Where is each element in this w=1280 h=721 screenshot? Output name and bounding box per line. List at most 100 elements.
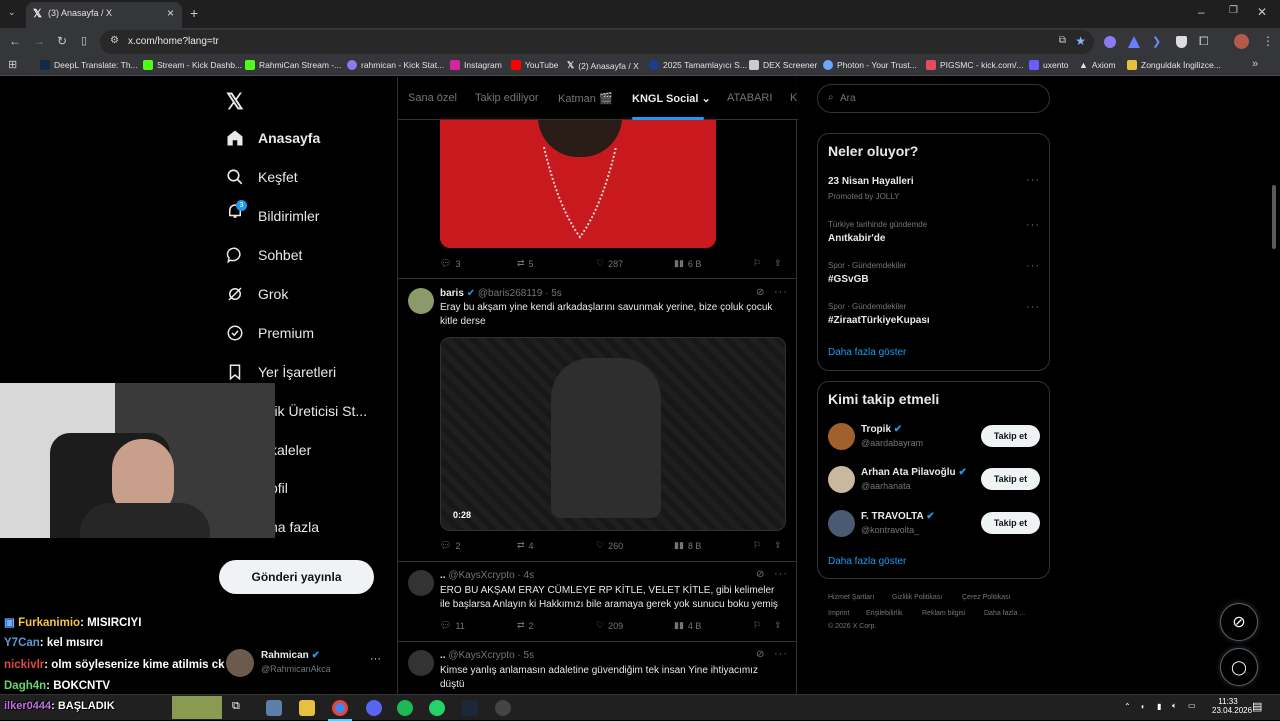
whatsapp-icon[interactable] [429,700,445,716]
nav-creator-studio[interactable]: erik Üreticisi St... [262,397,367,425]
nav-grok[interactable]: Grok [226,280,288,308]
avatar[interactable] [828,466,855,493]
more-icon[interactable]: ··· [1026,260,1040,272]
like-button[interactable]: ♡ 209 [596,620,623,631]
volume-icon[interactable]: 🔈︎ [1172,701,1177,711]
more-bookmarks-icon[interactable]: » [1252,58,1258,70]
bookmark-item[interactable]: PIGSMC - kick.com/... [926,60,1024,70]
tray-arrow-icon[interactable]: ⌃ [1124,702,1131,711]
like-button[interactable]: ♡ 260 [596,540,623,551]
grok-fab[interactable]: ⊘ [1220,603,1258,641]
reply-button[interactable]: 💬︎ 2 [440,540,460,551]
avatar[interactable] [408,570,434,596]
spotify-icon[interactable] [397,700,413,716]
reload-icon[interactable]: ↻ [57,34,67,48]
trend-item[interactable]: 23 Nisan Hayalleri [828,176,914,187]
nav-more[interactable]: ha fazla [270,513,319,541]
suggested-user-name[interactable]: Arhan Ata Pilavoğlu ✔ [861,467,967,478]
nav-bookmarks[interactable]: Yer İşaretleri [226,358,336,386]
footer-link[interactable]: Çerez Politikası [962,594,1011,601]
file-explorer-icon[interactable] [266,700,282,716]
tab-for-you[interactable]: Sana özel [408,92,457,104]
grok-icon[interactable]: ⊘ [756,287,764,298]
discord-icon[interactable] [366,700,382,716]
account-switcher[interactable]: Rahmican ✔ @RahmicanAkca ··· [224,649,388,681]
x-logo[interactable]: 𝕏 [226,89,244,115]
avatar[interactable] [828,510,855,537]
messages-fab[interactable]: ◯ [1220,648,1258,686]
more-icon[interactable]: ··· [370,653,381,665]
network-icon[interactable]: ▭ [1188,701,1196,710]
trend-item[interactable]: #GSvGB [828,274,869,285]
nav-chat[interactable]: Sohbet [226,241,302,269]
views-button[interactable]: ▮▮ 4 B [674,620,701,631]
tweet-image[interactable] [440,117,716,248]
footer-link[interactable]: Imprint [828,610,849,617]
tab-search-icon[interactable]: ⌄ [8,7,16,18]
bookmark-item[interactable]: Photon - Your Trust... [823,60,917,70]
tweet-video[interactable]: 0:28 [440,337,786,531]
tweet-author[interactable]: .. [440,570,446,581]
follow-button[interactable]: Takip et [981,425,1040,447]
chrome-icon[interactable] [332,700,348,716]
tweet-author[interactable]: .. [440,650,446,661]
avatar[interactable] [828,423,855,450]
menu-icon[interactable]: ⋮ [1262,34,1274,48]
nav-premium[interactable]: Premium [226,319,314,347]
more-icon[interactable]: ··· [774,286,788,298]
show-more-link[interactable]: Daha fazla göster [828,556,906,567]
steam-icon[interactable] [462,700,478,716]
share-button[interactable]: ⇪ [774,258,782,269]
bookmark-button[interactable]: ⚐ [753,620,761,631]
extension-icon[interactable] [1128,36,1140,48]
trend-item[interactable]: Anıtkabir'de [828,233,885,244]
scrollbar[interactable] [1272,185,1276,249]
more-icon[interactable]: ··· [774,648,788,660]
bookmark-item[interactable]: Zonguldak İngilizce... [1127,60,1221,70]
retweet-button[interactable]: ⇄ 4 [517,540,534,551]
follow-button[interactable]: Takip et [981,512,1040,534]
share-button[interactable]: ⇪ [774,620,782,631]
bookmark-item[interactable]: DeepL Translate: Th... [40,60,138,70]
search-input[interactable]: ⌕ Ara [817,84,1050,113]
footer-link[interactable]: Hizmet Şartları [828,594,874,601]
tab-following[interactable]: Takip ediliyor [475,92,539,104]
site-info-icon[interactable]: ⚙ [110,35,119,46]
bookmark-item[interactable]: RahmiCan Stream -... [245,60,341,70]
views-button[interactable]: ▮▮ 6 B [674,258,701,269]
nav-articles[interactable]: kaleler [270,436,311,464]
address-bar[interactable]: ⚙ x.com/home?lang=tr ⧉ ★ [100,30,1094,54]
clock[interactable]: 11:33 23.04.2026 [1212,697,1252,715]
share-button[interactable]: ⇪ [774,540,782,551]
suggested-user-name[interactable]: Tropik ✔ [861,424,902,435]
bookmark-star-icon[interactable]: ★ [1075,34,1086,48]
split-view-icon[interactable]: ▯ [81,34,87,47]
minimize-icon[interactable]: – [1198,5,1205,19]
install-app-icon[interactable]: ⧉ [1059,35,1066,46]
grok-icon[interactable]: ⊘ [756,569,764,580]
bookmark-item[interactable]: YouTube [511,60,558,70]
tab-k[interactable]: K [790,92,797,104]
more-icon[interactable]: ··· [1026,301,1040,313]
extension-icon[interactable]: ❯ [1152,35,1161,48]
extension-icon[interactable] [1104,36,1116,48]
bookmark-item[interactable]: 2025 Tamamlayıcı S... [649,60,747,70]
forward-icon[interactable]: → [33,34,45,48]
bookmark-item[interactable]: 𝕏 (2) Anasayfa / X [567,60,639,71]
tweet-handle[interactable]: @KaysXcrypto [448,570,514,581]
views-button[interactable]: ▮▮ 8 B [674,540,701,551]
browser-tab[interactable]: 𝕏 (3) Anasayfa / X × [26,2,182,28]
tab-atabari[interactable]: ATABARI [727,92,772,104]
retweet-button[interactable]: ⇄ 2 [517,620,534,631]
shield-icon[interactable] [1176,36,1187,48]
like-button[interactable]: ♡ 287 [596,258,623,269]
post-button[interactable]: Gönderi yayınla [219,560,374,594]
taskbar-thumbnail[interactable] [172,696,222,719]
reply-button[interactable]: 💬︎ 3 [440,258,460,269]
bookmark-button[interactable]: ⚐ [753,540,761,551]
footer-link[interactable]: Gizlilik Politikası [892,594,942,601]
tweet-handle[interactable]: @baris268119 [478,288,542,299]
tweet-author[interactable]: baris [440,288,464,299]
nav-notifications[interactable]: 3 Bildirimler [226,200,319,230]
more-icon[interactable]: ··· [774,568,788,580]
